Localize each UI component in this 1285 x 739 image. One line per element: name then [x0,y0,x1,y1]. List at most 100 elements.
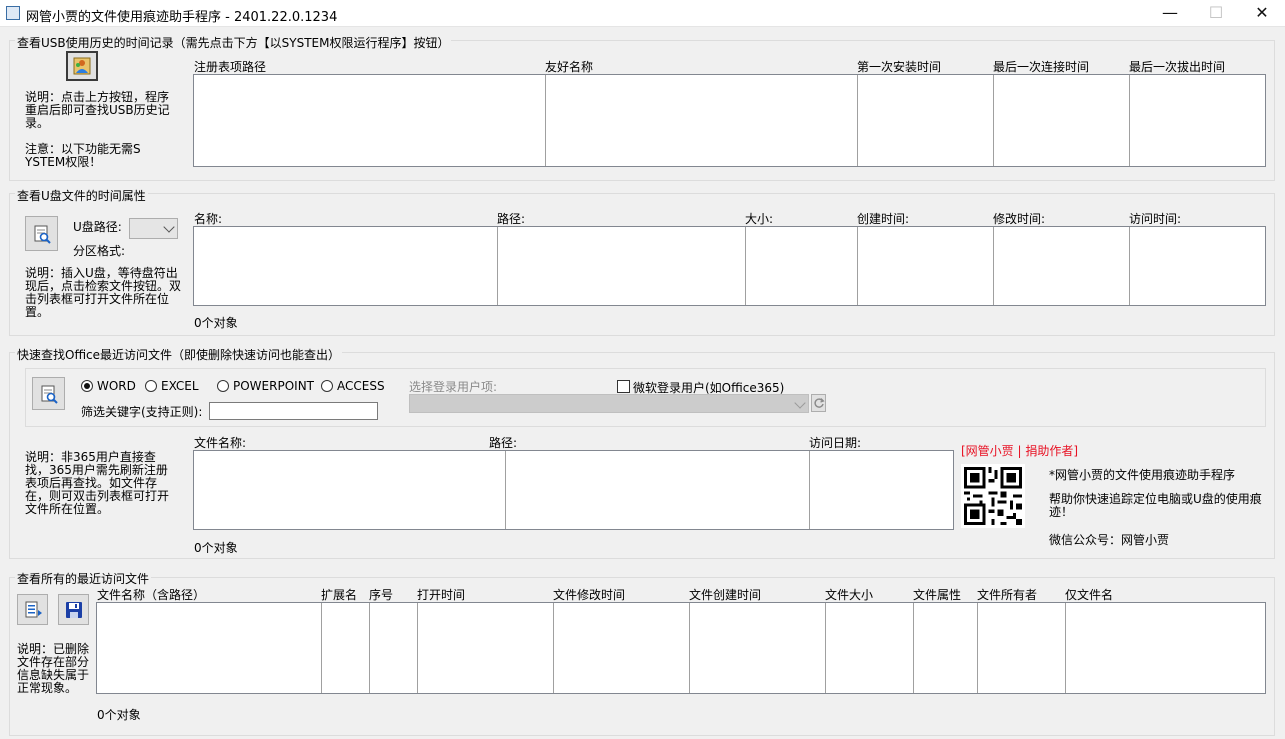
column-divider[interactable] [977,603,978,693]
usb-history-list[interactable] [193,74,1266,167]
radio-access-label[interactable]: ACCESS [337,379,385,393]
radio-powerpoint-label[interactable]: POWERPOINT [233,379,314,393]
save-icon [65,601,82,618]
recent-col-header[interactable]: 仅文件名 [1065,586,1113,603]
radio-powerpoint[interactable] [217,380,229,392]
radio-excel-label[interactable]: EXCEL [161,379,199,393]
udisk-group-title: 查看U盘文件的时间属性 [15,187,148,204]
ms-account-checkbox[interactable] [617,380,630,393]
office-note: 说明：非365用户直接查找，365用户需先刷新注册表项后再查找。如文件存在，则可… [25,450,170,516]
promo-line-3: 微信公众号：网管小贾 [1049,533,1170,547]
udisk-note: 说明：插入U盘，等待盘符出现后，点击检索文件按钮。双击列表框可打开文件所在位置。 [25,266,182,319]
window-title: 网管小贾的文件使用痕迹助手程序 - 2401.22.0.1234 [26,10,338,25]
udisk-col-header[interactable]: 修改时间: [993,210,1045,227]
app-icon [6,6,20,20]
search-files-button[interactable] [25,216,58,251]
usb-col-header[interactable]: 最后一次拔出时间 [1129,58,1225,75]
title-bar: 网管小贾的文件使用痕迹助手程序 - 2401.22.0.1234 — ☐ ✕ [0,0,1285,27]
recent-group-title: 查看所有的最近访问文件 [15,570,152,587]
column-divider[interactable] [745,227,746,305]
udisk-col-header[interactable]: 大小: [745,210,773,227]
login-user-select [409,394,809,413]
maximize-button: ☐ [1208,3,1224,22]
udisk-object-count: 0个对象 [194,316,238,330]
column-divider[interactable] [417,603,418,693]
udisk-col-header[interactable]: 访问时间: [1129,210,1181,227]
column-divider[interactable] [1129,75,1130,166]
usb-col-header[interactable]: 友好名称 [545,58,593,75]
promo-line-2: 帮助你快速追踪定位电脑或U盘的使用痕迹！ [1049,492,1262,519]
partition-format-label: 分区格式: [73,244,126,258]
udisk-col-header[interactable]: 路径: [497,210,525,227]
recent-col-header[interactable]: 序号 [369,586,393,603]
column-divider[interactable] [553,603,554,693]
usb-col-header[interactable]: 第一次安装时间 [857,58,941,75]
column-divider[interactable] [689,603,690,693]
recent-col-header[interactable]: 打开时间 [417,586,465,603]
radio-word-label[interactable]: WORD [97,379,136,393]
column-divider[interactable] [993,75,994,166]
recent-object-count: 0个对象 [97,708,141,722]
promo-line-1: *网管小贾的文件使用痕迹助手程序 [1049,468,1236,482]
search-office-button[interactable] [32,377,65,410]
close-button[interactable]: ✕ [1239,0,1285,27]
usb-group-title: 查看USB使用历史的时间记录（需先点击下方【以SYSTEM权限运行程序】按钮） [15,34,452,51]
wechat-qr-code [961,464,1025,528]
udisk-path-select[interactable] [129,218,178,239]
search-document-icon [34,225,51,244]
column-divider[interactable] [505,451,506,529]
office-col-header[interactable]: 访问日期: [809,434,861,451]
column-divider[interactable] [809,451,810,529]
list-recent-files-button[interactable] [17,594,48,625]
column-divider[interactable] [1065,603,1066,693]
radio-excel[interactable] [145,380,157,392]
column-divider[interactable] [857,227,858,305]
office-recent-list[interactable] [193,450,954,530]
donate-link[interactable]: [网管小贾 | 捐助作者] [961,442,1078,459]
recent-col-header[interactable]: 文件创建时间 [689,586,761,603]
column-divider[interactable] [545,75,546,166]
file-list-icon [25,601,42,617]
udisk-col-header[interactable]: 创建时间: [857,210,909,227]
qr-code-image [961,464,1025,528]
chevron-down-icon [163,221,175,233]
recent-col-header[interactable]: 文件名称（含路径） [97,586,205,603]
udisk-path-label: U盘路径: [73,220,122,234]
recent-col-header[interactable]: 文件属性 [913,586,961,603]
column-divider[interactable] [993,227,994,305]
usb-col-header[interactable]: 注册表项路径 [194,58,266,75]
column-divider[interactable] [825,603,826,693]
save-button[interactable] [58,594,89,625]
filter-keyword-input[interactable] [209,402,378,420]
column-divider[interactable] [913,603,914,693]
radio-access[interactable] [321,380,333,392]
ms-account-label[interactable]: 微软登录用户(如Office365) [633,379,784,396]
chevron-down-icon [794,397,806,409]
column-divider[interactable] [1129,227,1130,305]
usb-note: 说明：点击上方按钮，程序重启后即可查找USB历史记录。 [25,90,170,130]
office-col-header[interactable]: 路径: [489,434,517,451]
column-divider[interactable] [857,75,858,166]
search-document-icon [41,385,58,404]
usb-col-header[interactable]: 最后一次连接时间 [993,58,1089,75]
run-as-system-button[interactable] [66,51,98,81]
udisk-col-header[interactable]: 名称: [194,210,222,227]
usb-warning: 注意：以下功能无需SYSTEM权限！ [25,142,141,169]
refresh-users-button [811,394,826,412]
recent-col-header[interactable]: 文件大小 [825,586,873,603]
column-divider[interactable] [497,227,498,305]
recent-col-header[interactable]: 扩展名 [321,586,357,603]
minimize-button[interactable]: — [1147,0,1193,27]
column-divider[interactable] [369,603,370,693]
office-group-title: 快速查找Office最近访问文件（即使删除快速访问也能查出） [15,346,343,363]
office-col-header[interactable]: 文件名称: [194,434,246,451]
login-user-label: 选择登录用户项: [409,380,498,394]
recent-col-header[interactable]: 文件修改时间 [553,586,625,603]
radio-word[interactable] [81,380,93,392]
udisk-file-list[interactable] [193,226,1266,306]
recent-files-list[interactable] [96,602,1266,694]
refresh-icon [813,398,825,408]
recent-col-header[interactable]: 文件所有者 [977,586,1037,603]
column-divider[interactable] [321,603,322,693]
users-icon [73,57,91,75]
